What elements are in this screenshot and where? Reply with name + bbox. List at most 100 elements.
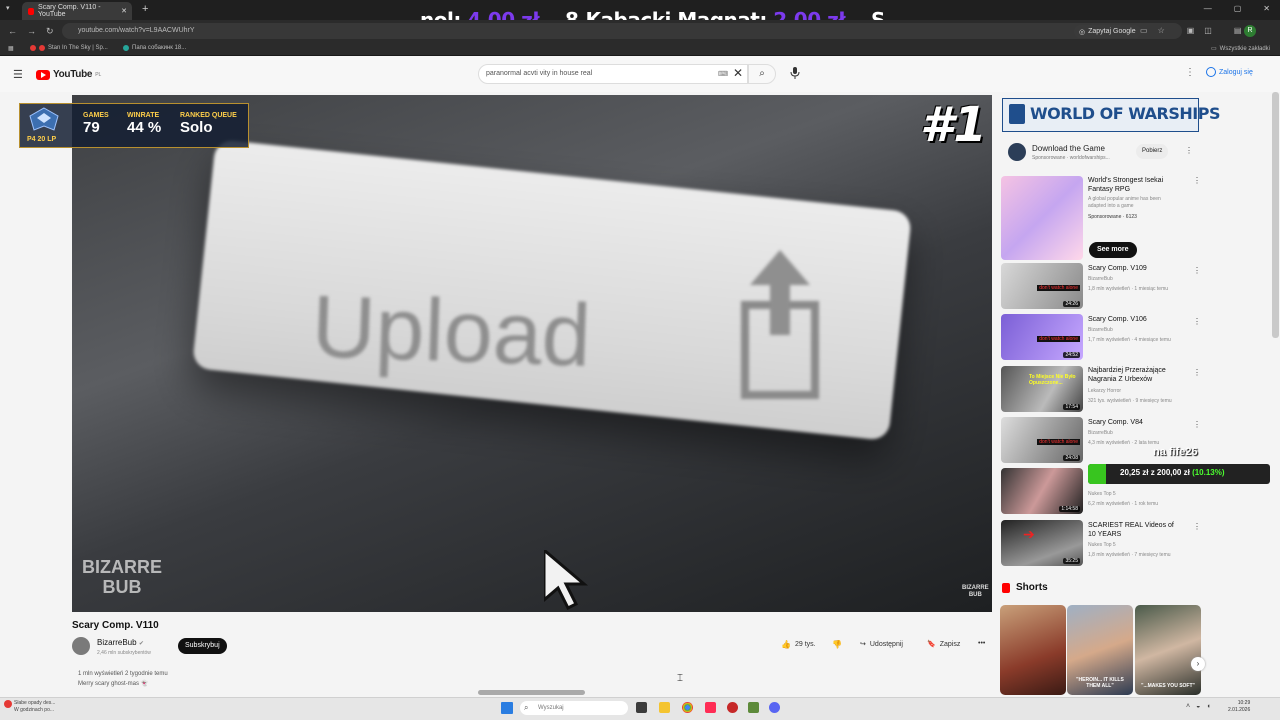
short-caption: "...MAKES YOU SOFT": [1141, 683, 1195, 689]
all-bookmarks-folder[interactable]: ▭ Wszystkie zakładki: [1211, 45, 1271, 53]
video-duration: 35:25: [1063, 558, 1080, 564]
browser-tab-active[interactable]: Scary Comp. V110 - YouTube ✕: [22, 2, 132, 20]
menu-icon[interactable]: ☰: [13, 68, 23, 81]
short-thumbnail[interactable]: [1000, 605, 1066, 695]
video-thumbnail[interactable]: 1:14:58: [1001, 468, 1083, 514]
sign-in-label: Zaloguj się: [1219, 68, 1253, 76]
all-bookmarks-label: Wszystkie zakładki: [1219, 45, 1271, 52]
video-menu-kebab-icon[interactable]: ⋮: [1193, 522, 1201, 531]
windows-start-icon[interactable]: [501, 702, 513, 714]
settings-kebab-icon[interactable]: ⋮: [1185, 67, 1195, 78]
youtube-logo[interactable]: YouTube PL: [36, 69, 101, 80]
video-thumbnail[interactable]: To Miejsce Nie Było Opuszczone... 17:54: [1001, 366, 1083, 412]
clear-search-icon[interactable]: ✕: [733, 66, 743, 80]
cast-icon[interactable]: ▭: [1140, 26, 1148, 35]
video-menu-kebab-icon[interactable]: ⋮: [1193, 420, 1201, 429]
tray-chevron-icon[interactable]: ˄: [1186, 703, 1190, 710]
video-description[interactable]: Merry scary ghost-mas 👻: [78, 680, 148, 687]
search-button[interactable]: ⌕: [748, 64, 776, 84]
video-thumbnail[interactable]: don't watch alone 24:26: [1001, 263, 1083, 309]
video-title[interactable]: Scary Comp. V106: [1088, 315, 1180, 324]
channel-name[interactable]: BizarreBub ✔: [97, 638, 144, 647]
video-channel: Lekarzy Horror: [1088, 388, 1122, 394]
profile-avatar[interactable]: R: [1244, 25, 1256, 37]
bookmark-star-icon[interactable]: ☆: [1158, 26, 1165, 35]
maximize-icon[interactable]: ▢: [1234, 4, 1242, 13]
close-window-icon[interactable]: ✕: [1263, 4, 1270, 13]
profile-menu-icon[interactable]: ▤: [1234, 26, 1242, 35]
shorts-next-icon[interactable]: ›: [1191, 657, 1205, 671]
address-bar[interactable]: [62, 23, 1182, 39]
task-view-icon[interactable]: [636, 702, 647, 713]
subscribe-button[interactable]: Subskrybuj: [178, 638, 227, 654]
youtube-logo-text: YouTube: [53, 69, 93, 80]
video-thumbnail[interactable]: ➔ 35:25: [1001, 520, 1083, 566]
reload-icon[interactable]: ↻: [46, 26, 54, 37]
donation-progress-text: 20,25 zł z 200,00 zł (10.13%): [1120, 468, 1225, 477]
bookmark-item[interactable]: Папа собакинк 18...: [123, 45, 186, 51]
more-actions-icon[interactable]: •••: [978, 640, 985, 647]
see-more-button[interactable]: See more: [1089, 242, 1137, 258]
app-icon[interactable]: [727, 702, 738, 713]
horizontal-scrollbar[interactable]: [478, 690, 585, 695]
video-title[interactable]: Najbardziej Przerażające Nagrania Z Urbe…: [1088, 366, 1180, 384]
short-thumbnail[interactable]: "...MAKES YOU SOFT": [1135, 605, 1201, 695]
tab-close-icon[interactable]: ✕: [121, 7, 127, 15]
video-thumbnail[interactable]: don't watch alone 24:08: [1001, 417, 1083, 463]
volume-icon[interactable]: ◖: [1206, 703, 1210, 710]
minimize-icon[interactable]: —: [1204, 4, 1212, 13]
video-menu-kebab-icon[interactable]: ⋮: [1193, 176, 1201, 185]
search-input-value[interactable]: paranormal acvti vity in house real: [486, 70, 592, 77]
apps-icon[interactable]: ▦: [8, 45, 14, 52]
search-icon: ⌕: [759, 68, 765, 79]
video-views-date[interactable]: 1 mln wyświetleń 2 tygodnie temu: [78, 671, 168, 677]
network-icon[interactable]: ◒: [1196, 703, 1200, 710]
channel-watermark: BIZARRE BUB: [82, 557, 162, 597]
share-button[interactable]: ↪ Udostępnij: [860, 640, 903, 649]
video-player[interactable]: Upload #1 BIZARRE BUB BIZARRE BUB: [72, 95, 992, 612]
channel-avatar[interactable]: [72, 637, 90, 655]
chrome-icon[interactable]: [682, 702, 693, 713]
donation-amount: 20,25 zł: [1120, 468, 1149, 477]
tiktok-icon[interactable]: [705, 702, 716, 713]
url-text[interactable]: youtube.com/watch?v=L9AACWUhrY: [78, 27, 195, 34]
weather-widget[interactable]: Słabe opady des... W godzinach po...: [14, 700, 55, 714]
taskbar-search-input[interactable]: Wyszukaj: [520, 701, 628, 715]
like-button[interactable]: 👍 29 tys.: [781, 640, 816, 649]
bookmark-item[interactable]: Stan In The Sky | Sp...: [30, 45, 108, 51]
sidebar-icon[interactable]: ◫: [1204, 26, 1212, 35]
video-title[interactable]: Scary Comp. V84: [1088, 418, 1180, 427]
ad-menu-kebab-icon[interactable]: ⋮: [1185, 146, 1193, 155]
download-button[interactable]: Pobierz: [1136, 144, 1169, 159]
video-menu-kebab-icon[interactable]: ⋮: [1193, 266, 1201, 275]
ad-title[interactable]: Download the Game: [1032, 144, 1105, 153]
games-label: GAMES: [83, 112, 109, 119]
sign-in-button[interactable]: Zaloguj się: [1206, 67, 1253, 77]
video-title[interactable]: SCARIEST REAL Videos of 10 YEARS: [1088, 521, 1180, 539]
advertiser-avatar[interactable]: [1008, 143, 1026, 161]
forward-icon[interactable]: →: [27, 26, 36, 37]
short-thumbnail[interactable]: "HEROIN... IT KILLS THEM ALL": [1067, 605, 1133, 695]
new-tab-button[interactable]: +: [142, 3, 148, 15]
video-menu-kebab-icon[interactable]: ⋮: [1193, 368, 1201, 377]
save-button[interactable]: 🔖 Zapisz: [927, 640, 960, 649]
tab-search-icon[interactable]: ▾: [6, 4, 10, 12]
keyboard-icon[interactable]: ⌨: [718, 70, 728, 78]
video-menu-kebab-icon[interactable]: ⋮: [1193, 317, 1201, 326]
vertical-scrollbar[interactable]: [1272, 92, 1279, 338]
back-icon[interactable]: ←: [8, 26, 17, 37]
mouse-pointer-icon: [544, 550, 589, 610]
taskbar-clock[interactable]: 10:29 2.01.2026: [1228, 700, 1250, 714]
extensions-icon[interactable]: ▣: [1187, 26, 1195, 35]
video-title[interactable]: World's Strongest Isekai Fantasy RPG: [1088, 176, 1180, 194]
video-thumbnail[interactable]: [1001, 176, 1083, 260]
discord-icon[interactable]: [769, 702, 780, 713]
file-explorer-icon[interactable]: [659, 702, 670, 713]
voice-search-icon[interactable]: [790, 67, 800, 82]
ask-google-button[interactable]: ◎ Zapytaj Google: [1074, 25, 1141, 38]
video-thumbnail[interactable]: don't watch alone 24:52: [1001, 314, 1083, 360]
dislike-button[interactable]: 👎: [832, 640, 842, 649]
video-title[interactable]: Scary Comp. V109: [1088, 264, 1180, 273]
game-icon[interactable]: [748, 702, 759, 713]
dont-watch-label: don't watch alone: [1037, 336, 1080, 342]
